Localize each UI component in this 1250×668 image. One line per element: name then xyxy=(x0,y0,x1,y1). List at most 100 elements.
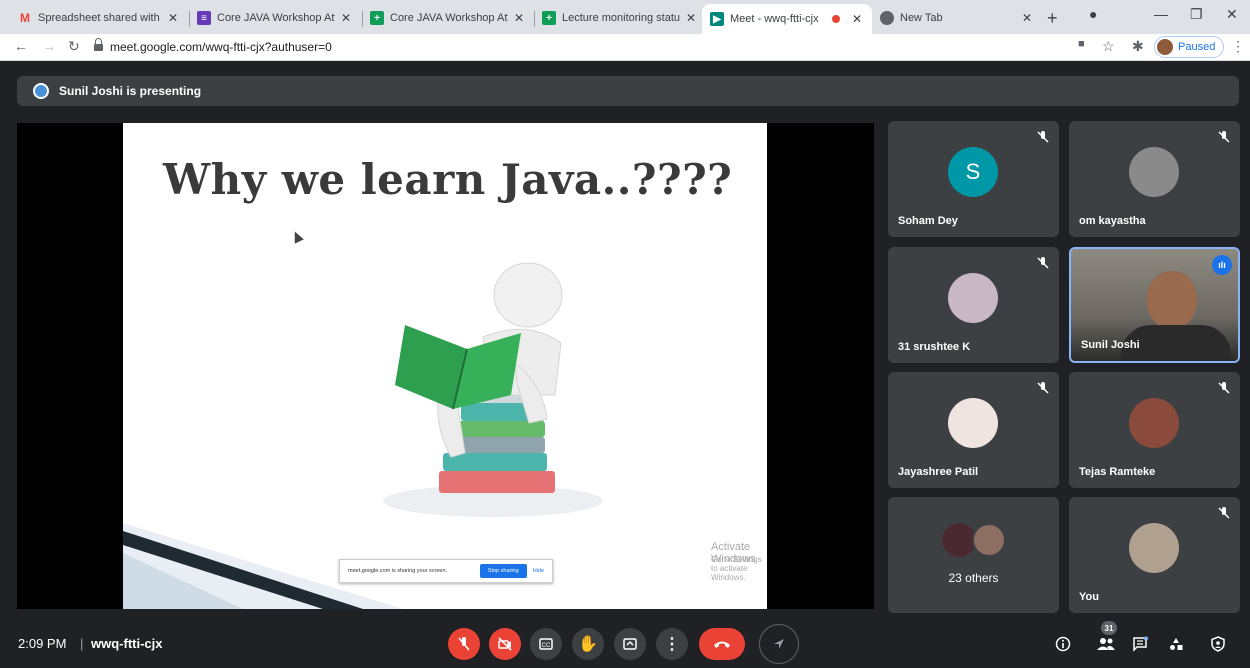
tab-new-tab[interactable]: New Tab ✕ xyxy=(872,4,1042,32)
slide: Why we learn Java..???? Activate Windows… xyxy=(123,123,767,609)
extensions-icon[interactable]: ✱ xyxy=(1132,38,1144,55)
presenting-banner: Sunil Joshi is presenting xyxy=(17,76,1239,106)
speaker-head xyxy=(1147,271,1197,329)
camera-toggle-button[interactable] xyxy=(489,628,521,660)
captions-button[interactable]: CC xyxy=(530,628,562,660)
navigation-arrow-icon xyxy=(774,639,784,649)
participant-name: Tejas Ramteke xyxy=(1079,466,1156,478)
meeting-code: wwq-ftti-cjx xyxy=(91,636,163,651)
present-button[interactable] xyxy=(614,628,646,660)
shapes-icon xyxy=(1170,638,1183,650)
tab-title: Core JAVA Workshop Atten xyxy=(217,12,335,24)
more-vert-icon: ⋮ xyxy=(664,636,680,653)
url-text: meet.google.com/wwq-ftti-cjx?authuser=0 xyxy=(110,40,332,54)
sheets-icon: + xyxy=(542,11,556,25)
avatar xyxy=(1129,147,1179,197)
chat-button[interactable] xyxy=(1126,630,1154,658)
meeting-time: 2:09 PM xyxy=(18,636,67,651)
back-icon[interactable]: ← xyxy=(14,38,28,54)
close-icon[interactable]: ✕ xyxy=(1020,11,1034,25)
participant-tile-active-speaker[interactable]: ılı Sunil Joshi xyxy=(1069,247,1240,363)
separator: | xyxy=(80,636,84,651)
book-icon xyxy=(455,421,545,437)
avatar: S xyxy=(948,147,998,197)
browser-toolbar: ← → ↻ meet.google.com/wwq-ftti-cjx?authu… xyxy=(0,34,1250,61)
self-tile[interactable]: You xyxy=(1069,497,1240,613)
camera-icon[interactable]: ■ xyxy=(1078,38,1085,50)
mic-off-icon xyxy=(458,637,470,651)
mic-off-icon xyxy=(1037,257,1049,269)
avatar xyxy=(1157,39,1173,55)
tab-gmail[interactable]: M Spreadsheet shared with yo ✕ xyxy=(10,4,188,32)
tab-search-icon[interactable]: ● xyxy=(1089,6,1097,22)
participant-tile[interactable]: Tejas Ramteke xyxy=(1069,372,1240,488)
activate-windows-subtitle: Go to Settings to activate Windows. xyxy=(711,555,762,582)
avatar xyxy=(1129,523,1179,573)
shield-icon xyxy=(1211,636,1225,652)
browser-tab-strip: M Spreadsheet shared with yo ✕ ≡ Core JA… xyxy=(0,0,1250,34)
others-count: 23 others xyxy=(948,571,999,585)
leave-call-button[interactable] xyxy=(699,628,745,660)
forward-icon[interactable]: → xyxy=(42,38,56,54)
participant-tile[interactable]: S Soham Dey xyxy=(888,121,1059,237)
minimize-button[interactable]: — xyxy=(1154,6,1168,22)
tab-forms[interactable]: ≡ Core JAVA Workshop Atten ✕ xyxy=(189,4,361,32)
close-icon[interactable]: ✕ xyxy=(166,11,180,25)
maximize-button[interactable]: ❐ xyxy=(1190,6,1203,23)
tab-meet[interactable]: ▶ Meet - wwq-ftti-cjx ✕ xyxy=(702,4,872,34)
mic-off-icon xyxy=(1218,382,1230,394)
reload-icon[interactable]: ↻ xyxy=(68,38,80,55)
mic-off-icon xyxy=(1218,507,1230,519)
tab-title: Meet - wwq-ftti-cjx xyxy=(730,13,819,25)
participant-name: 31 srushtee K xyxy=(898,341,971,353)
menu-icon[interactable]: ⋮ xyxy=(1231,38,1245,55)
mic-off-icon xyxy=(1037,382,1049,394)
avatar xyxy=(948,273,998,323)
mic-toggle-button[interactable] xyxy=(448,628,480,660)
presentation-stage[interactable]: Why we learn Java..???? Activate Windows… xyxy=(17,123,874,609)
raise-hand-button[interactable]: ✋ xyxy=(572,628,604,660)
tab-sheets-attendance[interactable]: + Core JAVA Workshop Atten ✕ xyxy=(362,4,534,32)
hang-up-icon xyxy=(714,641,730,648)
more-options-button[interactable]: ⋮ xyxy=(656,628,688,660)
lock-icon[interactable] xyxy=(94,38,103,52)
meet-icon: ▶ xyxy=(710,12,724,26)
forms-icon: ≡ xyxy=(197,11,211,25)
close-icon[interactable]: ✕ xyxy=(339,11,353,25)
avatar xyxy=(948,398,998,448)
address-bar[interactable]: meet.google.com/wwq-ftti-cjx?authuser=0 xyxy=(94,36,1130,58)
sheets-icon: + xyxy=(370,11,384,25)
hand-icon: ✋ xyxy=(578,636,598,653)
close-icon[interactable]: ✕ xyxy=(850,12,864,26)
recording-icon xyxy=(832,15,840,23)
close-icon[interactable]: ✕ xyxy=(684,11,698,25)
bookmark-star-icon[interactable]: ☆ xyxy=(1102,38,1115,55)
tab-title: Lecture monitoring status xyxy=(562,12,680,24)
tab-title: New Tab xyxy=(900,12,943,24)
participant-tile[interactable]: om kayastha xyxy=(1069,121,1240,237)
host-controls-button[interactable] xyxy=(1204,630,1232,658)
present-screen-icon xyxy=(623,638,637,650)
avatar xyxy=(1129,398,1179,448)
stop-sharing-button[interactable]: Stop sharing xyxy=(479,564,527,578)
participant-name: Sunil Joshi xyxy=(1081,339,1140,351)
close-window-button[interactable]: ✕ xyxy=(1226,6,1238,23)
people-icon xyxy=(1097,638,1115,650)
send-cursor-button[interactable] xyxy=(759,624,799,664)
svg-text:CC: CC xyxy=(542,643,551,649)
camera-off-icon xyxy=(498,637,512,651)
participant-tile[interactable]: 31 srushtee K xyxy=(888,247,1059,363)
tab-sheets-lecture[interactable]: + Lecture monitoring status ✕ xyxy=(534,4,706,32)
captions-icon: CC xyxy=(539,638,553,650)
close-icon[interactable]: ✕ xyxy=(512,11,526,25)
slide-illustration xyxy=(123,262,603,609)
share-notice-text: meet.google.com is sharing your screen. xyxy=(348,568,448,574)
hide-button[interactable]: Hide xyxy=(533,568,544,574)
others-tile[interactable]: 23 others xyxy=(888,497,1059,613)
tab-title: Core JAVA Workshop Atten xyxy=(390,12,508,24)
meeting-details-button[interactable] xyxy=(1049,630,1077,658)
new-tab-button[interactable]: + xyxy=(1047,8,1058,29)
profile-button[interactable]: Paused xyxy=(1154,36,1225,58)
participant-tile[interactable]: Jayashree Patil xyxy=(888,372,1059,488)
activities-button[interactable] xyxy=(1162,630,1190,658)
